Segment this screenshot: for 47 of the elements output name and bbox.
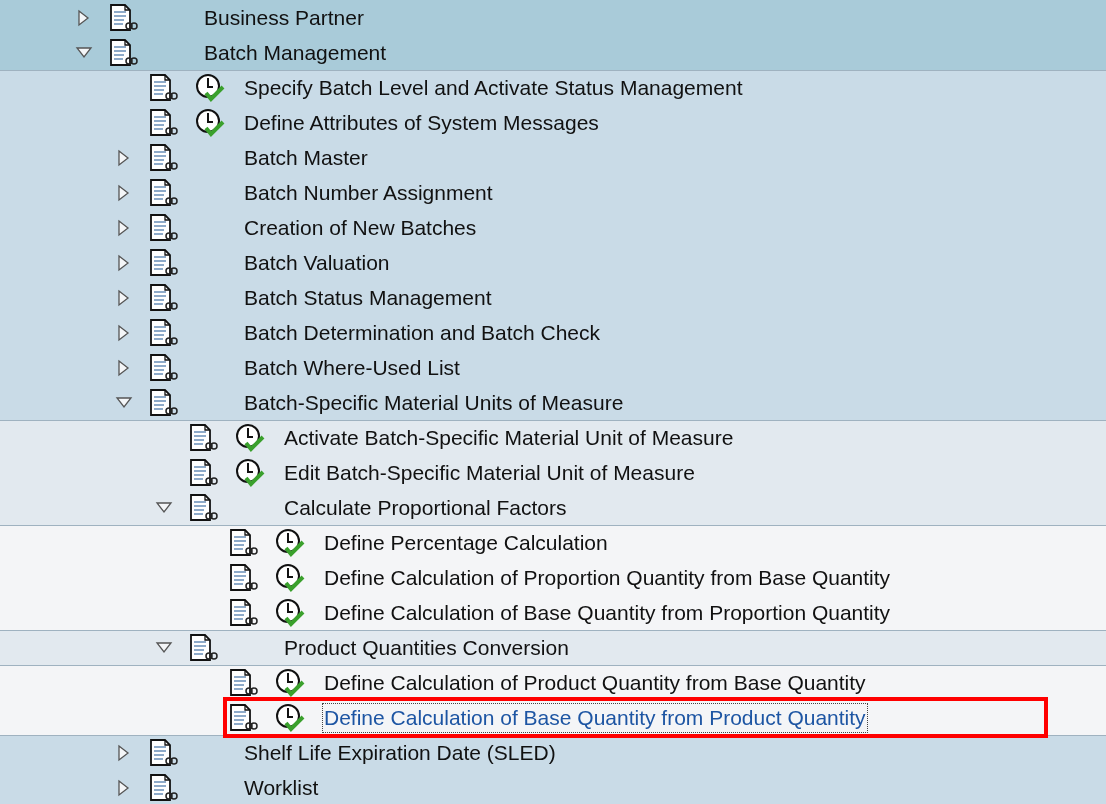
clock-check-icon[interactable] [275,528,305,558]
tree-item[interactable]: Batch Status Management [242,282,494,313]
tree-item[interactable]: Business Partner [202,2,366,33]
tree-item[interactable]: Define Attributes of System Messages [242,107,601,138]
document-icon[interactable] [148,212,178,243]
clock-check-icon[interactable] [235,423,265,453]
clock-check-icon[interactable] [195,73,225,103]
document-icon[interactable] [148,387,178,418]
clock-check-icon[interactable] [275,562,305,593]
document-icon[interactable] [148,282,178,313]
clock-check-icon[interactable] [275,597,305,628]
tree-item[interactable]: Batch Where-Used List [242,352,462,383]
clock-check-icon[interactable] [195,107,225,138]
document-icon[interactable] [148,247,178,278]
document-icon[interactable] [108,37,138,68]
document-icon[interactable] [228,597,258,628]
document-icon[interactable] [148,142,178,173]
tree-item[interactable]: Batch Valuation [242,247,392,278]
tree-item[interactable]: Creation of New Batches [242,212,479,243]
document-icon[interactable] [148,317,178,348]
tree-item[interactable]: Batch Master [242,142,370,173]
document-icon[interactable] [148,352,178,383]
tree-item[interactable]: Worklist [242,772,321,803]
tree-item[interactable]: Batch Management [202,37,389,68]
tree-item[interactable]: Batch Number Assignment [242,177,495,208]
document-icon[interactable] [228,702,258,733]
document-icon[interactable] [108,2,138,33]
document-icon[interactable] [148,177,178,208]
tree-item[interactable]: Shelf Life Expiration Date (SLED) [242,738,558,768]
document-icon[interactable] [228,562,258,593]
document-icon[interactable] [188,457,218,488]
document-icon[interactable] [228,528,258,558]
tree-item[interactable]: Specify Batch Level and Activate Status Management [242,73,745,103]
clock-check-icon[interactable] [235,457,265,488]
document-icon[interactable] [148,772,178,803]
tree-item[interactable]: Batch Determination and Batch Check [242,317,603,348]
clock-check-icon[interactable] [275,702,305,733]
document-icon[interactable] [148,738,178,768]
document-icon[interactable] [148,107,178,138]
document-icon[interactable] [228,668,258,698]
document-icon[interactable] [188,492,218,523]
document-icon[interactable] [188,423,218,453]
document-icon[interactable] [148,73,178,103]
tree-item[interactable]: Define Calculation of Base Quantity from Product Quantity [322,702,868,733]
document-icon[interactable] [188,633,218,663]
tree-item[interactable]: Batch-Specific Material Units of Measure [242,387,626,418]
clock-check-icon[interactable] [275,668,305,698]
